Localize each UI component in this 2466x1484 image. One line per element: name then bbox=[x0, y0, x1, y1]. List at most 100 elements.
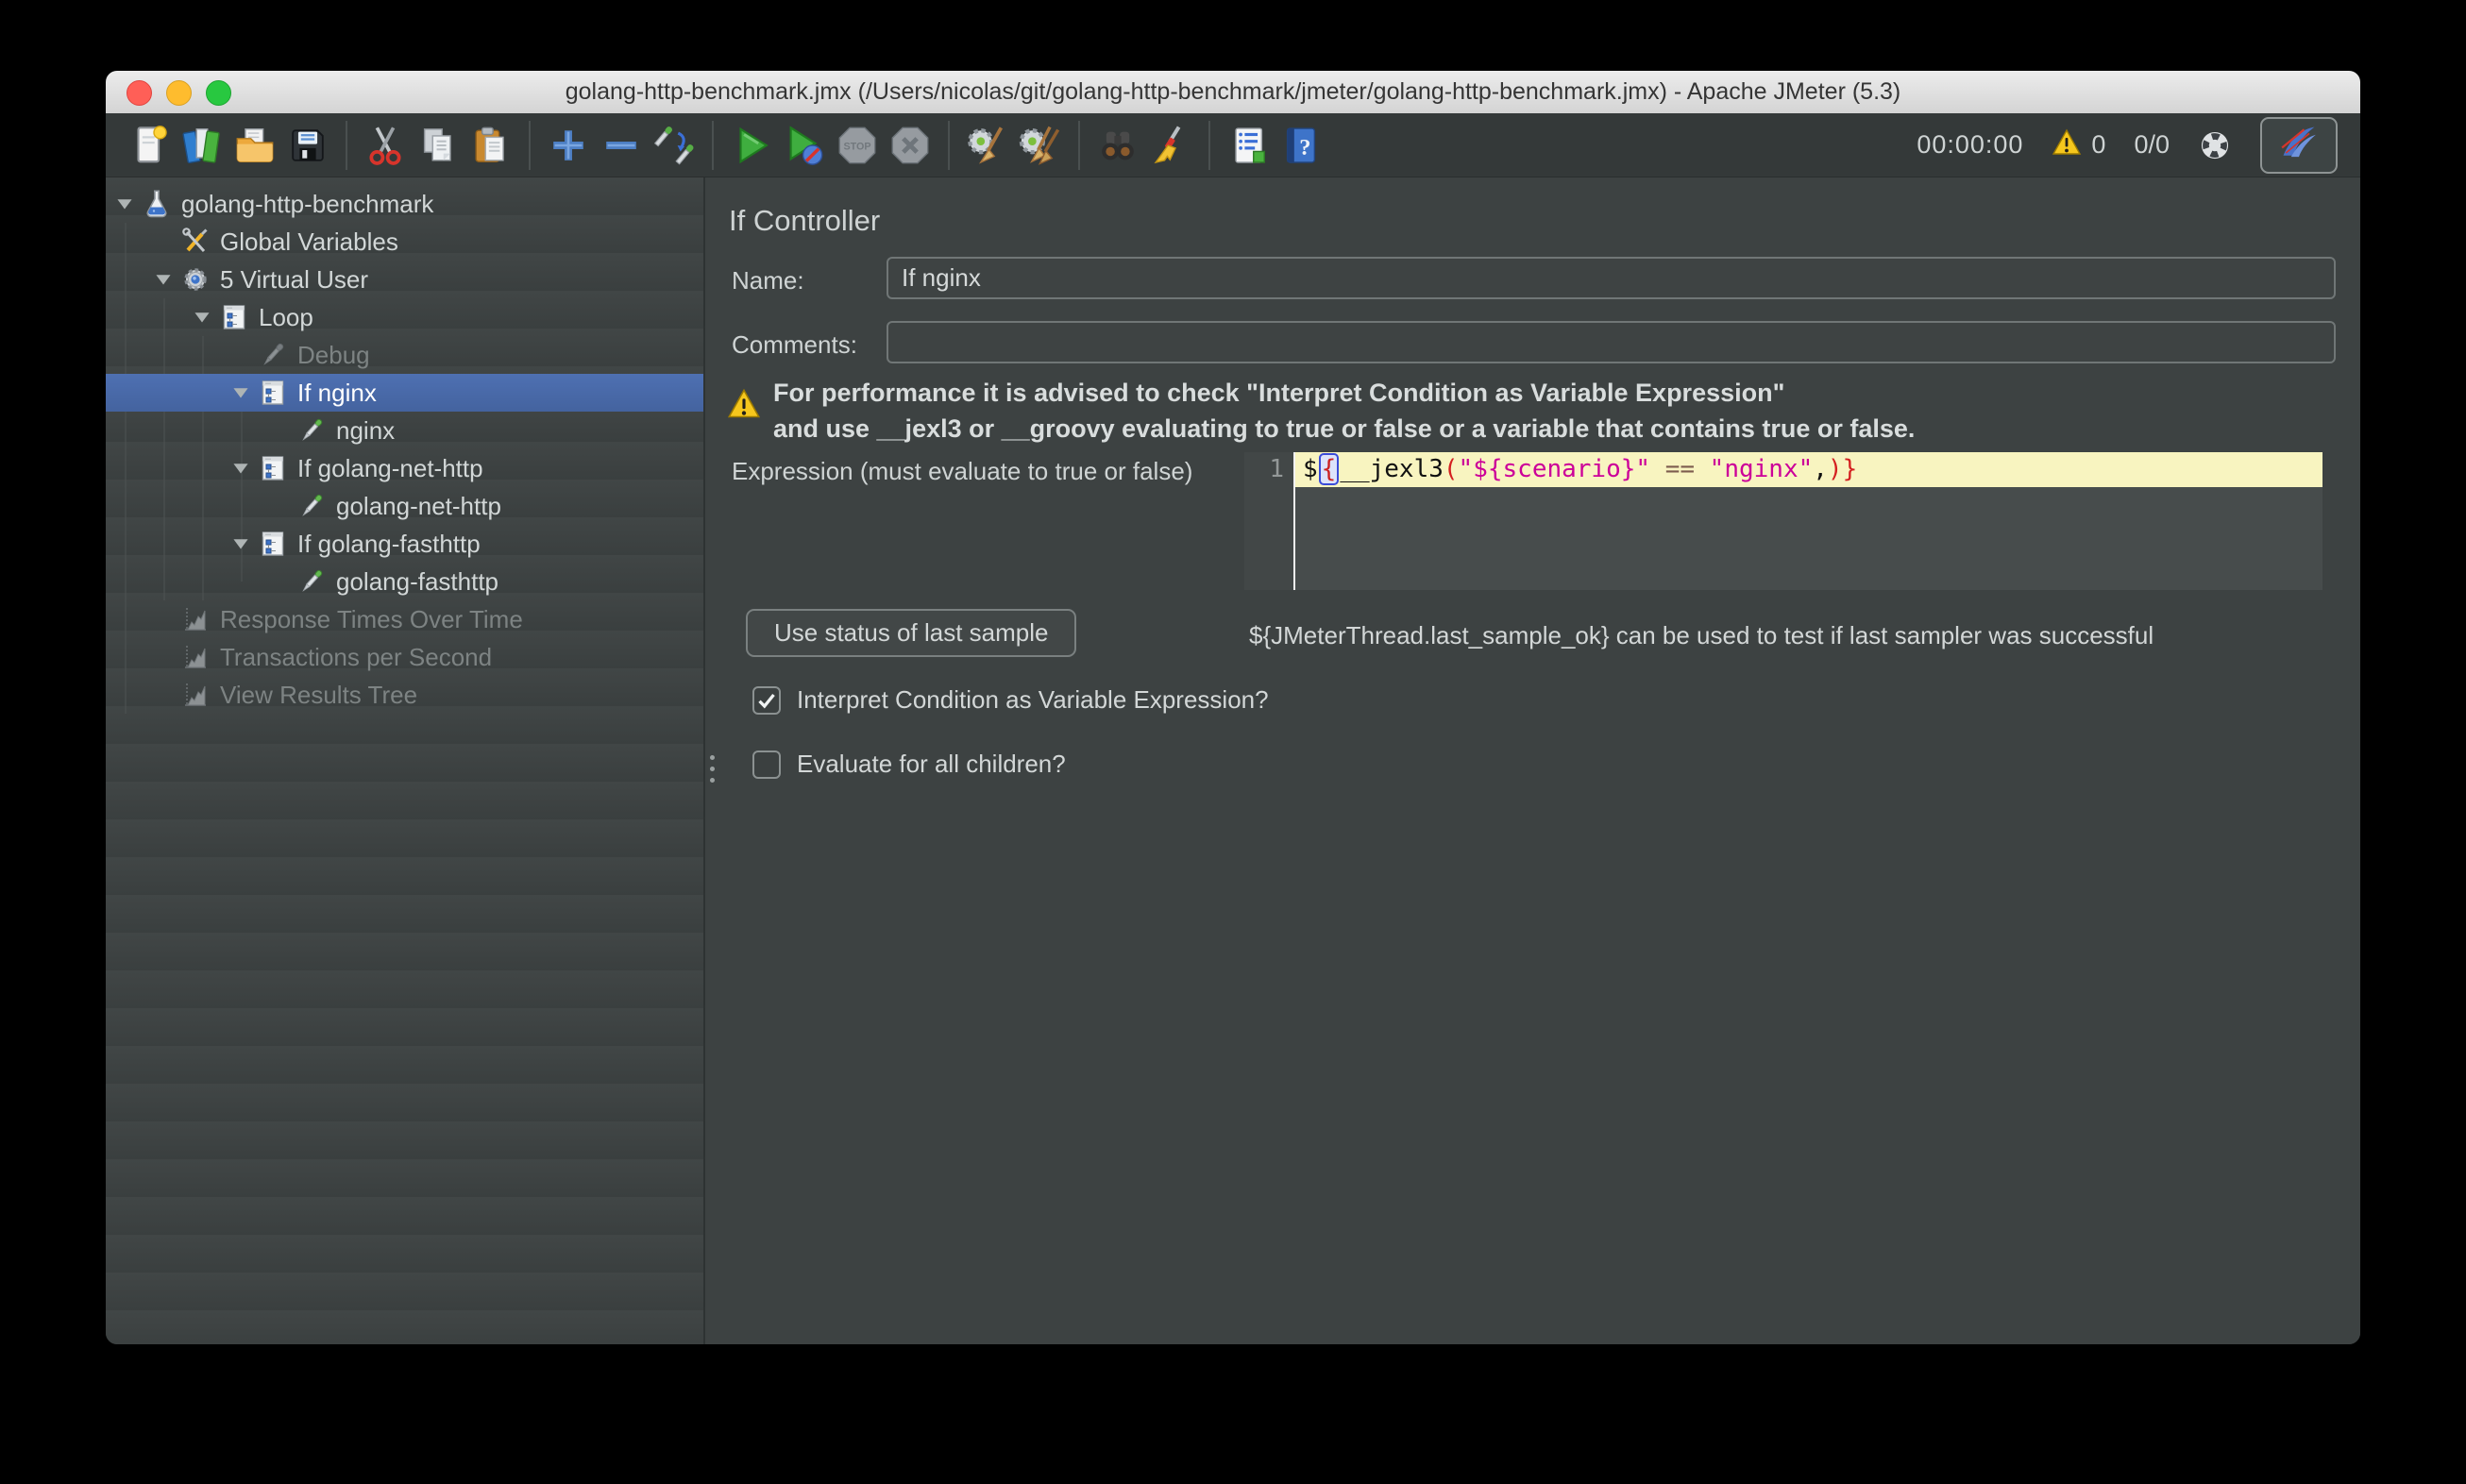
clear-button[interactable] bbox=[961, 119, 1014, 172]
stop-button: STOP bbox=[831, 119, 884, 172]
expander-down-icon[interactable] bbox=[224, 374, 258, 412]
search-icon bbox=[1096, 124, 1140, 167]
toolbar-separator bbox=[1078, 121, 1080, 170]
tree-item-5-virtual-user[interactable]: 5 Virtual User bbox=[106, 261, 703, 298]
tree-item-if-golang-fasthttp[interactable]: If golang-fasthttp bbox=[106, 525, 703, 563]
clear-icon bbox=[966, 124, 1009, 167]
tree-item-label: Response Times Over Time bbox=[220, 605, 523, 634]
toolbar-status-cluster: 00:00:00 0 0/0 bbox=[1917, 117, 2343, 174]
templates-button[interactable] bbox=[176, 119, 228, 172]
new-file-icon bbox=[127, 124, 171, 167]
jmeter-logo-button[interactable] bbox=[2260, 117, 2338, 174]
paste-button[interactable] bbox=[464, 119, 517, 172]
controller-icon bbox=[219, 302, 249, 332]
titlebar: golang-http-benchmark.jmx (/Users/nicola… bbox=[106, 71, 2360, 114]
elapsed-timer: 00:00:00 bbox=[1917, 130, 2023, 160]
search-button[interactable] bbox=[1091, 119, 1144, 172]
checkbox-box[interactable] bbox=[752, 750, 781, 779]
expander-down-icon[interactable] bbox=[146, 261, 180, 298]
checkbox-box[interactable] bbox=[752, 686, 781, 715]
line-number: 1 bbox=[1269, 455, 1284, 483]
expander-down-icon[interactable] bbox=[108, 185, 142, 223]
zoom-button[interactable] bbox=[206, 80, 231, 106]
use-last-sample-button[interactable]: Use status of last sample bbox=[746, 609, 1076, 657]
function-helper-icon bbox=[1226, 124, 1270, 167]
expander-slot bbox=[262, 563, 296, 600]
chart-icon bbox=[180, 604, 211, 634]
name-label: Name: bbox=[732, 266, 804, 295]
test-plan-tree: golang-http-benchmark Global Variables 5 V… bbox=[106, 177, 703, 1344]
tree-item-golang-net-http[interactable]: golang-net-http bbox=[106, 487, 703, 525]
search-reset-button[interactable] bbox=[1144, 119, 1197, 172]
expander-down-icon[interactable] bbox=[224, 449, 258, 487]
interpret-condition-checkbox[interactable]: Interpret Condition as Variable Expressi… bbox=[752, 685, 1269, 715]
checkbox-label: Evaluate for all children? bbox=[797, 750, 1066, 779]
tree-item-nginx[interactable]: nginx bbox=[106, 412, 703, 449]
code-segment-paren: } bbox=[1843, 455, 1858, 483]
tree-item-label: golang-http-benchmark bbox=[181, 190, 433, 219]
expander-down-icon[interactable] bbox=[185, 298, 219, 336]
clear-all-icon bbox=[1019, 124, 1062, 167]
tree-item-response-times-over-time[interactable]: Response Times Over Time bbox=[106, 600, 703, 638]
expander-slot bbox=[146, 676, 180, 714]
toolbar-separator bbox=[712, 121, 714, 170]
tree-item-label: golang-fasthttp bbox=[336, 567, 498, 597]
start-no-pauses-button[interactable] bbox=[778, 119, 831, 172]
tree-item-label: Loop bbox=[259, 303, 313, 332]
cut-button[interactable] bbox=[359, 119, 412, 172]
tree-item-label: View Results Tree bbox=[220, 681, 417, 710]
expression-label: Expression (must evaluate to true or fal… bbox=[732, 457, 1192, 486]
tree-item-golang-http-benchmark[interactable]: golang-http-benchmark bbox=[106, 185, 703, 223]
dropper-icon bbox=[296, 491, 327, 521]
expression-editor[interactable]: 1 ${__jexl3("${scenario}" == "nginx",)} bbox=[1244, 452, 2322, 590]
toggle-button[interactable] bbox=[648, 119, 701, 172]
tree-item-if-golang-net-http[interactable]: If golang-net-http bbox=[106, 449, 703, 487]
remove-button[interactable] bbox=[595, 119, 648, 172]
start-button[interactable] bbox=[725, 119, 778, 172]
code-segment-plain: $ bbox=[1303, 455, 1318, 483]
add-button[interactable] bbox=[542, 119, 595, 172]
minimize-button[interactable] bbox=[166, 80, 192, 106]
tree-item-label: golang-net-http bbox=[336, 492, 501, 521]
toolbar-separator bbox=[529, 121, 531, 170]
page-title: If Controller bbox=[729, 204, 880, 238]
editor-gutter: 1 bbox=[1244, 452, 1293, 590]
toolbar-separator bbox=[346, 121, 347, 170]
code-line: ${__jexl3("${scenario}" == "nginx",)} bbox=[1295, 452, 2322, 487]
shutdown-icon bbox=[888, 124, 932, 167]
tree-item-global-variables[interactable]: Global Variables bbox=[106, 223, 703, 261]
expander-down-icon[interactable] bbox=[224, 525, 258, 563]
tree-item-view-results-tree[interactable]: View Results Tree bbox=[106, 676, 703, 714]
clear-all-button[interactable] bbox=[1014, 119, 1067, 172]
function-helper-button[interactable] bbox=[1222, 119, 1275, 172]
evaluate-all-children-checkbox[interactable]: Evaluate for all children? bbox=[752, 750, 1066, 779]
close-button[interactable] bbox=[127, 80, 152, 106]
tree-item-transactions-per-second[interactable]: Transactions per Second bbox=[106, 638, 703, 676]
save-button[interactable] bbox=[281, 119, 334, 172]
toolbar-separator bbox=[948, 121, 950, 170]
tree-item-debug[interactable]: Debug bbox=[106, 336, 703, 374]
open-file-button[interactable] bbox=[228, 119, 281, 172]
code-segment-plain: __jexl3 bbox=[1340, 455, 1444, 483]
code-segment-op: == bbox=[1665, 455, 1695, 483]
log-warnings-indicator[interactable]: 0 bbox=[2052, 127, 2105, 162]
new-file-button[interactable] bbox=[123, 119, 176, 172]
tree-rows: golang-http-benchmark Global Variables 5 V… bbox=[106, 185, 703, 714]
copy-button[interactable] bbox=[412, 119, 464, 172]
tree-item-loop[interactable]: Loop bbox=[106, 298, 703, 336]
tree-item-label: Global Variables bbox=[220, 228, 398, 257]
help-button[interactable]: ? bbox=[1275, 119, 1327, 172]
tree-item-golang-fasthttp[interactable]: golang-fasthttp bbox=[106, 563, 703, 600]
name-input[interactable] bbox=[887, 257, 2336, 299]
splitter-grip[interactable] bbox=[710, 755, 715, 783]
code-segment-plain bbox=[1650, 455, 1665, 483]
expander-slot bbox=[146, 223, 180, 261]
code-segment-plain: , bbox=[1813, 455, 1828, 483]
comments-input[interactable] bbox=[887, 321, 2336, 363]
editor-code-area[interactable]: ${__jexl3("${scenario}" == "nginx",)} bbox=[1295, 452, 2322, 590]
flask-icon bbox=[142, 189, 172, 219]
chart-icon bbox=[180, 642, 211, 672]
tree-item-if-nginx[interactable]: If nginx bbox=[106, 374, 703, 412]
tree-item-label: 5 Virtual User bbox=[220, 265, 368, 295]
window-title: golang-http-benchmark.jmx (/Users/nicola… bbox=[257, 71, 2209, 113]
